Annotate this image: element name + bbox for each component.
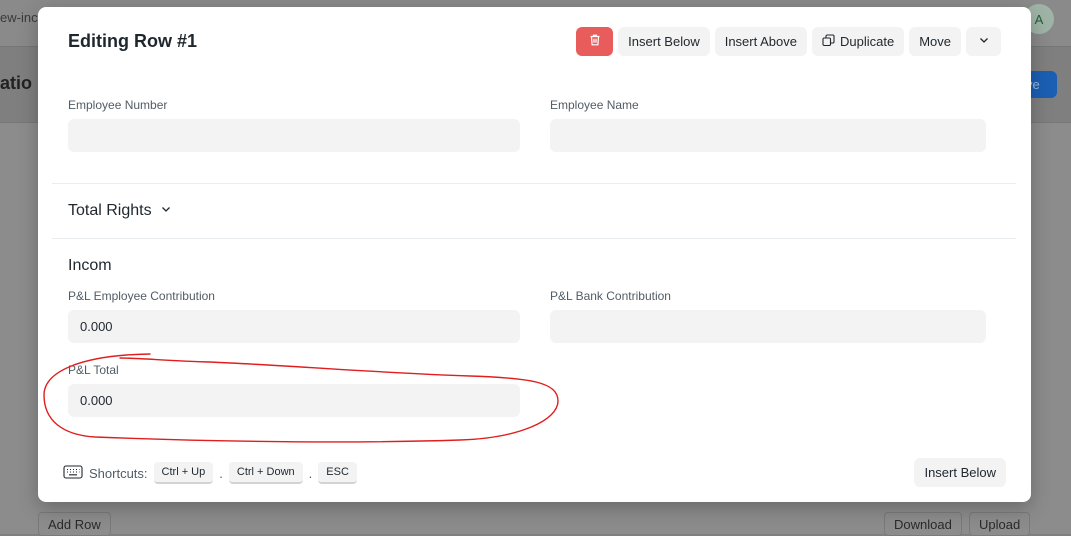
red-annotation-ellipse bbox=[43, 353, 559, 443]
